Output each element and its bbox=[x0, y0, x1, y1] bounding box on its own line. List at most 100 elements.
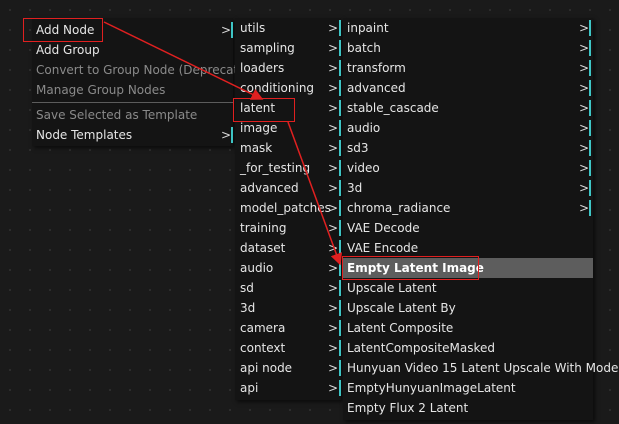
category-item-3d[interactable]: 3d > bbox=[235, 298, 341, 318]
submenu-arrow-icon: > bbox=[328, 121, 339, 135]
menu-item-label: Latent Composite bbox=[347, 321, 454, 335]
menu-item-label: Add Group bbox=[36, 43, 100, 57]
latent-item-empty-flux-2-latent[interactable]: Empty Flux 2 Latent bbox=[343, 398, 593, 418]
category-item-advanced[interactable]: advanced > bbox=[235, 178, 341, 198]
submenu-indicator-bar bbox=[589, 200, 591, 216]
submenu-indicator-bar bbox=[339, 80, 341, 96]
submenu-arrow-icon: > bbox=[328, 261, 339, 275]
menu-item-label: Convert to Group Node (Deprecated) bbox=[36, 63, 258, 77]
category-item-for-testing[interactable]: _for_testing > bbox=[235, 158, 341, 178]
submenu-indicator-bar bbox=[339, 20, 341, 36]
submenu-indicator-bar bbox=[589, 80, 591, 96]
menu-item-add-group[interactable]: Add Group bbox=[32, 40, 233, 60]
submenu-indicator-bar bbox=[589, 100, 591, 116]
category-item-camera[interactable]: camera > bbox=[235, 318, 341, 338]
submenu-arrow-icon: > bbox=[328, 141, 339, 155]
latent-item-latent-composite[interactable]: Latent Composite bbox=[343, 318, 593, 338]
latent-item-latentcompositemasked[interactable]: LatentCompositeMasked bbox=[343, 338, 593, 358]
category-item-dataset[interactable]: dataset > bbox=[235, 238, 341, 258]
submenu-indicator-bar bbox=[339, 360, 341, 376]
latent-item-audio[interactable]: audio > bbox=[343, 118, 593, 138]
submenu-indicator-bar bbox=[589, 120, 591, 136]
submenu-arrow-icon: > bbox=[328, 41, 339, 55]
latent-item-chroma-radiance[interactable]: chroma_radiance > bbox=[343, 198, 593, 218]
category-item-training[interactable]: training > bbox=[235, 218, 341, 238]
submenu-indicator-bar bbox=[339, 380, 341, 396]
submenu-indicator-bar bbox=[339, 200, 341, 216]
submenu-indicator-bar bbox=[339, 260, 341, 276]
latent-submenu: inpaint > batch > transform > advanced > stable_… bbox=[343, 18, 619, 420]
submenu-arrow-icon: > bbox=[221, 128, 232, 142]
submenu-arrow-icon: > bbox=[328, 201, 339, 215]
submenu-indicator-bar bbox=[589, 160, 591, 176]
menu-separator bbox=[32, 102, 233, 103]
submenu-indicator-bar bbox=[339, 120, 341, 136]
latent-item-stable-cascade[interactable]: stable_cascade > bbox=[343, 98, 593, 118]
latent-item-upscale-latent-by[interactable]: Upscale Latent By bbox=[343, 298, 593, 318]
submenu-arrow-icon: > bbox=[328, 301, 339, 315]
menu-item-label: Upscale Latent bbox=[347, 281, 437, 295]
category-item-model-patches[interactable]: model_patches > bbox=[235, 198, 341, 218]
submenu-arrow-icon: > bbox=[579, 81, 590, 95]
annotation-box-empty-latent-image bbox=[342, 256, 479, 280]
submenu-indicator-bar bbox=[339, 240, 341, 256]
menu-item-label: api node bbox=[240, 361, 293, 375]
menu-item-label: LatentCompositeMasked bbox=[347, 341, 495, 355]
category-item-audio[interactable]: audio > bbox=[235, 258, 341, 278]
submenu-arrow-icon: > bbox=[579, 21, 590, 35]
submenu-indicator-bar bbox=[589, 140, 591, 156]
menu-item-label: camera bbox=[240, 321, 286, 335]
submenu-arrow-icon: > bbox=[221, 23, 232, 37]
submenu-arrow-icon: > bbox=[328, 321, 339, 335]
submenu-arrow-icon: > bbox=[328, 361, 339, 375]
submenu-arrow-icon: > bbox=[328, 161, 339, 175]
submenu-indicator-bar bbox=[339, 320, 341, 336]
submenu-indicator-bar bbox=[339, 140, 341, 156]
menu-item-label: Hunyuan Video 15 Latent Upscale With Mod… bbox=[347, 361, 619, 375]
submenu-arrow-icon: > bbox=[328, 61, 339, 75]
latent-item-sd3[interactable]: sd3 > bbox=[343, 138, 593, 158]
latent-item-transform[interactable]: transform > bbox=[343, 58, 593, 78]
menu-item-label: sd3 bbox=[347, 141, 369, 155]
submenu-arrow-icon: > bbox=[328, 101, 339, 115]
submenu-indicator-bar bbox=[589, 180, 591, 196]
menu-item-label: context bbox=[240, 341, 286, 355]
submenu-indicator-bar bbox=[339, 60, 341, 76]
category-item-sd[interactable]: sd > bbox=[235, 278, 341, 298]
submenu-indicator-bar bbox=[339, 300, 341, 316]
category-item-utils[interactable]: utils > bbox=[235, 18, 341, 38]
latent-item-batch[interactable]: batch > bbox=[343, 38, 593, 58]
menu-item-label: audio bbox=[347, 121, 381, 135]
submenu-indicator-bar bbox=[231, 127, 233, 143]
submenu-arrow-icon: > bbox=[328, 381, 339, 395]
latent-item-advanced[interactable]: advanced > bbox=[343, 78, 593, 98]
latent-item-video[interactable]: video > bbox=[343, 158, 593, 178]
category-item-context[interactable]: context > bbox=[235, 338, 341, 358]
category-item-api-node[interactable]: api node > bbox=[235, 358, 341, 378]
submenu-arrow-icon: > bbox=[579, 61, 590, 75]
latent-item-vae-decode[interactable]: VAE Decode bbox=[343, 218, 593, 238]
category-item-api[interactable]: api > bbox=[235, 378, 341, 398]
submenu-indicator-bar bbox=[339, 340, 341, 356]
latent-item-3d[interactable]: 3d > bbox=[343, 178, 593, 198]
menu-item-label: video bbox=[347, 161, 380, 175]
menu-item-label: sampling bbox=[240, 41, 295, 55]
menu-item-label: api bbox=[240, 381, 259, 395]
category-item-sampling[interactable]: sampling > bbox=[235, 38, 341, 58]
menu-item-node-templates[interactable]: Node Templates > bbox=[32, 125, 233, 145]
category-item-conditioning[interactable]: conditioning > bbox=[235, 78, 341, 98]
category-item-loaders[interactable]: loaders > bbox=[235, 58, 341, 78]
menu-item-label: Save Selected as Template bbox=[36, 108, 198, 122]
submenu-arrow-icon: > bbox=[328, 221, 339, 235]
menu-item-label: Node Templates bbox=[36, 128, 133, 142]
latent-item-upscale-latent[interactable]: Upscale Latent bbox=[343, 278, 593, 298]
latent-item-emptyhunyuanimagelatent[interactable]: EmptyHunyuanImageLatent bbox=[343, 378, 593, 398]
latent-item-vae-encode[interactable]: VAE Encode bbox=[343, 238, 593, 258]
annotation-box-add-node bbox=[23, 18, 103, 42]
submenu-indicator-bar bbox=[589, 40, 591, 56]
category-item-mask[interactable]: mask > bbox=[235, 138, 341, 158]
latent-item-hunyuan-video-15-latent-upscale-with-model[interactable]: Hunyuan Video 15 Latent Upscale With Mod… bbox=[343, 358, 619, 378]
submenu-indicator-bar bbox=[589, 60, 591, 76]
menu-item-convert-to-group-node: Convert to Group Node (Deprecated) bbox=[32, 60, 258, 80]
latent-item-inpaint[interactable]: inpaint > bbox=[343, 18, 593, 38]
